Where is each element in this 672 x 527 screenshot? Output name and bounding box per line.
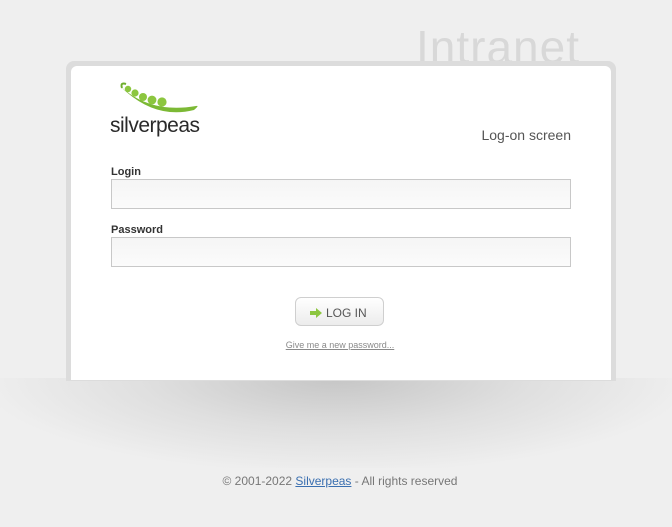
forgot-password-link[interactable]: Give me a new password... [286,340,395,350]
login-button[interactable]: LOG IN [295,297,384,326]
silverpeas-link[interactable]: Silverpeas [295,474,351,488]
password-label: Password [111,224,163,236]
screen-label: Log-on screen [481,127,571,143]
rights-text: - All rights reserved [354,474,458,488]
silverpeas-logo: silverpeas [110,80,214,144]
login-label: Login [111,166,141,178]
forgot-password-row: Give me a new password... [0,340,672,350]
logo-wordmark: silverpeas [110,114,200,137]
copyright-text: © 2001-2022 [222,474,293,488]
arrow-right-icon [310,308,322,318]
background-shadow [0,378,672,468]
password-input[interactable] [111,237,571,267]
login-button-label: LOG IN [326,306,367,320]
footer: © 2001-2022 Silverpeas - All rights rese… [0,474,672,488]
login-input[interactable] [111,179,571,209]
